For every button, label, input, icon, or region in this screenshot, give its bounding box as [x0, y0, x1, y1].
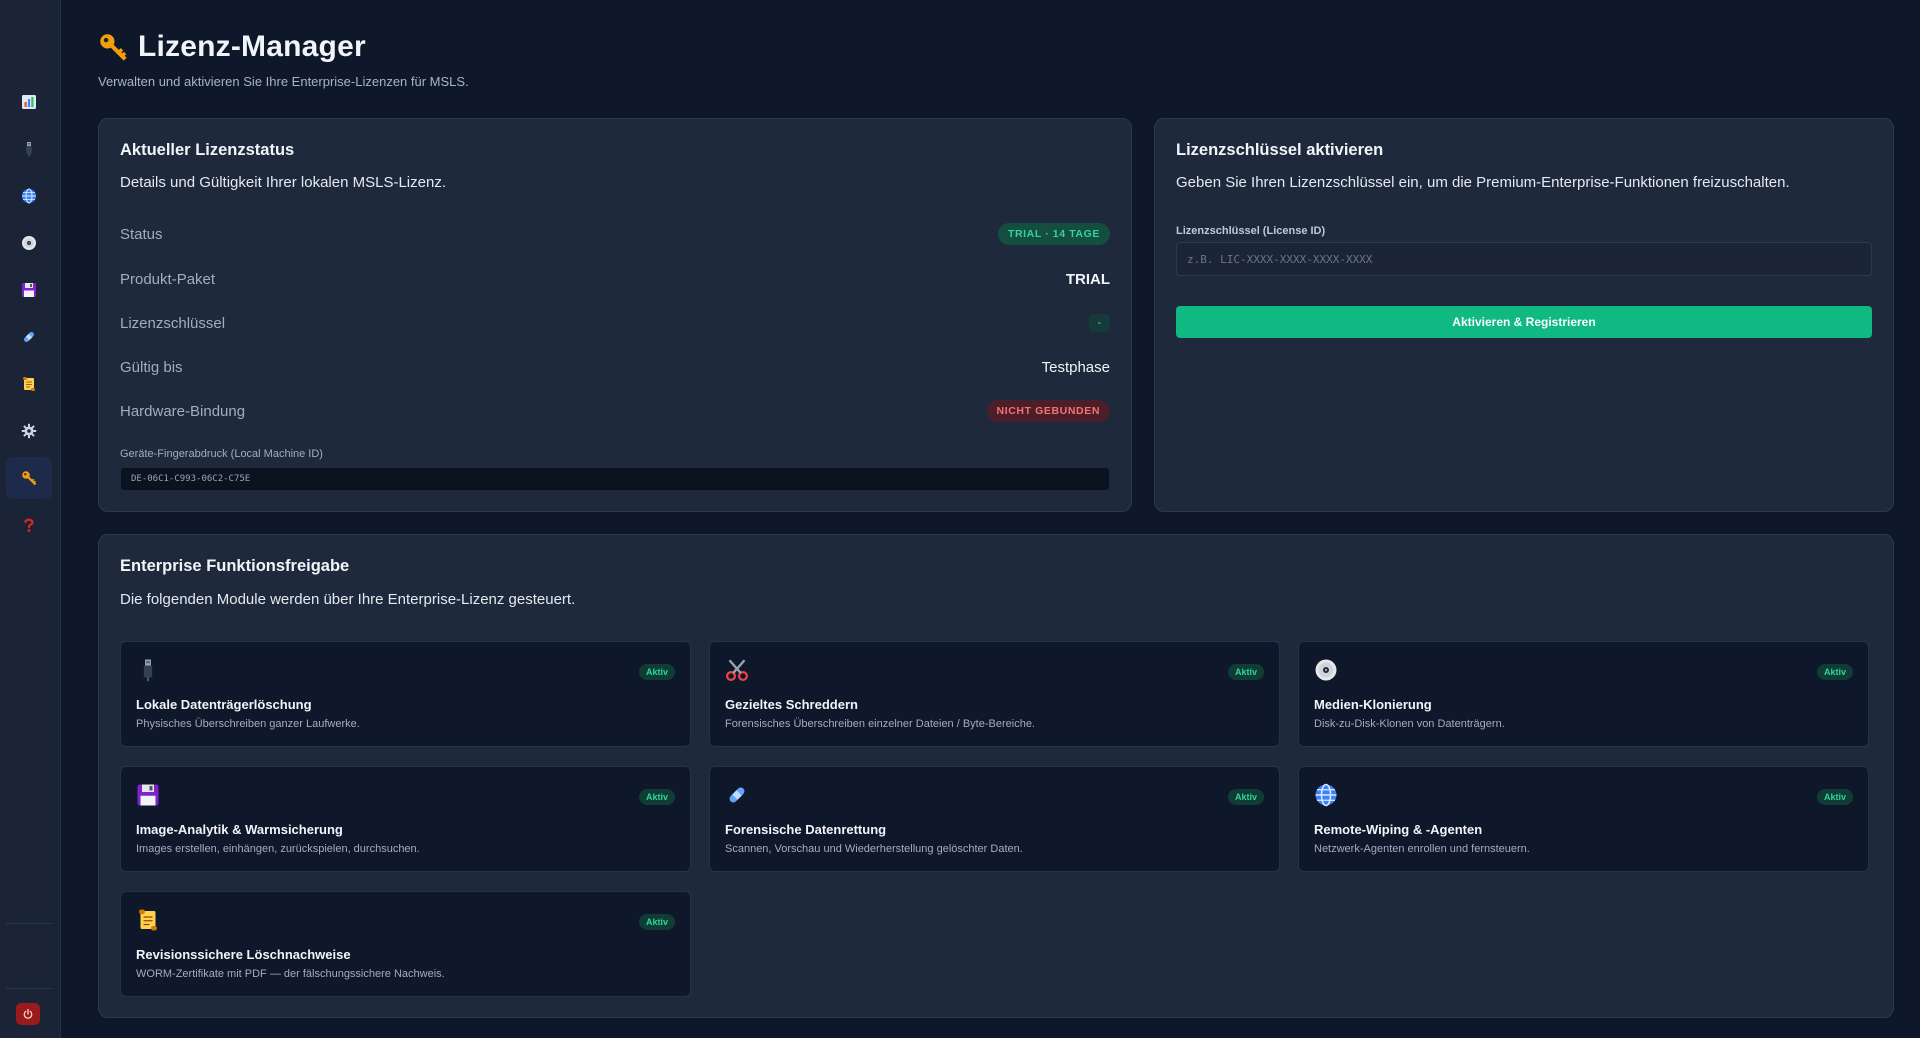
sidebar-item-images[interactable] — [6, 269, 52, 311]
enterprise-features-card: Enterprise Funktionsfreigabe Die folgend… — [98, 534, 1894, 1018]
sidebar-item-dashboard[interactable] — [6, 81, 52, 123]
page-title: Lizenz-Manager — [138, 30, 366, 63]
floppy-disk-icon — [136, 783, 160, 807]
sidebar-item-certificates[interactable] — [6, 363, 52, 405]
sidebar-item-settings[interactable] — [6, 410, 52, 452]
product-row: Produkt-Paket TRIAL — [120, 267, 1110, 291]
status-badge: Aktiv — [638, 914, 675, 930]
feature-tile-cloning: Aktiv Medien-Klonierung Disk-zu-Disk-Klo… — [1298, 641, 1869, 747]
feature-tile-data-recovery: Aktiv Forensische Datenrettung Scannen, … — [709, 766, 1280, 872]
status-badge: Aktiv — [638, 664, 675, 680]
feature-description: Scannen, Vorschau und Wiederherstellung … — [725, 843, 1023, 855]
feature-name: Medien-Klonierung — [1314, 697, 1432, 712]
license-key-label: Lizenzschlüssel — [120, 314, 226, 332]
feature-description: Physisches Überschreiben ganzer Laufwerk… — [136, 718, 360, 730]
feature-tile-remote-wiping: Aktiv Remote-Wiping & -Agenten Netzwerk-… — [1298, 766, 1869, 872]
scroll-icon — [136, 908, 160, 932]
license-status-card: Aktueller Lizenzstatus Details und Gülti… — [98, 118, 1132, 512]
hardware-binding-row: Hardware-Bindung NICHT GEBUNDEN — [120, 399, 1110, 423]
sidebar-item-license[interactable] — [6, 457, 52, 499]
feature-name: Forensische Datenrettung — [725, 822, 887, 837]
usb-drive-icon — [21, 141, 37, 157]
card-title: Lizenzschlüssel aktivieren — [1176, 141, 1384, 159]
sidebar-divider — [6, 988, 52, 989]
status-badge: Aktiv — [1227, 664, 1264, 680]
disc-icon — [1314, 658, 1338, 682]
key-icon — [21, 470, 37, 486]
card-description: Die folgenden Module werden über Ihre En… — [120, 591, 576, 608]
page-header: Lizenz-Manager — [98, 30, 366, 64]
sidebar-item-help[interactable] — [6, 504, 52, 546]
globe-icon — [1314, 783, 1338, 807]
valid-until-row: Gültig bis Testphase — [120, 355, 1110, 379]
activate-button[interactable]: Aktivieren & Registrieren — [1176, 306, 1872, 338]
card-title: Enterprise Funktionsfreigabe — [120, 557, 350, 575]
sidebar-item-recovery[interactable] — [6, 316, 52, 358]
status-badge: Aktiv — [1816, 789, 1853, 805]
feature-name: Remote-Wiping & -Agenten — [1314, 822, 1483, 837]
license-key-row: Lizenzschlüssel - — [120, 311, 1110, 335]
bandage-icon — [725, 783, 749, 807]
sidebar-item-remote[interactable] — [6, 175, 52, 217]
chart-icon — [21, 94, 37, 110]
feature-name: Lokale Datenträgerlöschung — [136, 697, 312, 712]
fingerprint-field[interactable]: DE-06C1-C993-06C2-C75E — [120, 467, 1110, 491]
sidebar-divider — [6, 923, 52, 924]
hardware-binding-label: Hardware-Bindung — [120, 402, 246, 420]
status-label: Status — [120, 225, 163, 243]
feature-name: Gezieltes Schreddern — [725, 697, 858, 712]
floppy-disk-icon — [21, 282, 37, 298]
sidebar — [0, 0, 61, 1038]
feature-name: Revisionssichere Löschnachweise — [136, 947, 351, 962]
fingerprint-label: Geräte-Fingerabdruck (Local Machine ID) — [120, 448, 323, 460]
feature-description: Disk-zu-Disk-Klonen von Datenträgern. — [1314, 718, 1505, 730]
sidebar-item-drive-wipe[interactable] — [6, 128, 52, 170]
power-icon — [22, 1008, 34, 1020]
license-key-input[interactable] — [1176, 242, 1872, 276]
feature-description: Forensisches Überschreiben einzelner Dat… — [725, 718, 1035, 730]
gear-icon — [21, 423, 37, 439]
license-key-input-label: Lizenzschlüssel (License ID) — [1176, 225, 1326, 237]
card-description: Geben Sie Ihren Lizenzschlüssel ein, um … — [1176, 174, 1790, 191]
license-key-value: - — [1089, 314, 1110, 332]
bandage-icon — [21, 329, 37, 345]
power-button[interactable] — [16, 1003, 40, 1025]
disc-icon — [21, 235, 37, 251]
sidebar-item-clone[interactable] — [6, 222, 52, 264]
card-description: Details und Gültigkeit Ihrer lokalen MSL… — [120, 174, 446, 191]
product-value: TRIAL — [1065, 270, 1110, 288]
feature-tile-shredder: Aktiv Gezieltes Schreddern Forensisches … — [709, 641, 1280, 747]
feature-name: Image-Analytik & Warmsicherung — [136, 822, 343, 837]
feature-tile-image-analytics: Aktiv Image-Analytik & Warmsicherung Ima… — [120, 766, 691, 872]
feature-tile-disk-wipe: Aktiv Lokale Datenträgerlöschung Physisc… — [120, 641, 691, 747]
page-subtitle: Verwalten und aktivieren Sie Ihre Enterp… — [98, 74, 469, 89]
feature-description: Netzwerk-Agenten enrollen und fernsteuer… — [1314, 843, 1530, 855]
usb-drive-icon — [136, 658, 160, 682]
feature-description: WORM-Zertifikate mit PDF — der fälschung… — [136, 968, 445, 980]
hardware-binding-badge: NICHT GEBUNDEN — [986, 400, 1110, 422]
status-badge: TRIAL · 14 TAGE — [997, 223, 1110, 245]
product-label: Produkt-Paket — [120, 270, 216, 288]
scroll-icon — [21, 376, 37, 392]
status-badge: Aktiv — [1816, 664, 1853, 680]
globe-icon — [21, 188, 37, 204]
valid-until-label: Gültig bis — [120, 358, 183, 376]
status-badge: Aktiv — [1227, 789, 1264, 805]
scissors-icon — [725, 658, 749, 682]
feature-description: Images erstellen, einhängen, zurückspiel… — [136, 843, 420, 855]
key-icon — [98, 32, 128, 62]
status-row: Status TRIAL · 14 TAGE — [120, 222, 1110, 246]
valid-until-value: Testphase — [1041, 358, 1110, 376]
feature-tile-certificates: Aktiv Revisionssichere Löschnachweise WO… — [120, 891, 691, 997]
status-badge: Aktiv — [638, 789, 675, 805]
activate-license-card: Lizenzschlüssel aktivieren Geben Sie Ihr… — [1154, 118, 1894, 512]
question-mark-icon — [21, 517, 37, 533]
card-title: Aktueller Lizenzstatus — [120, 141, 295, 159]
